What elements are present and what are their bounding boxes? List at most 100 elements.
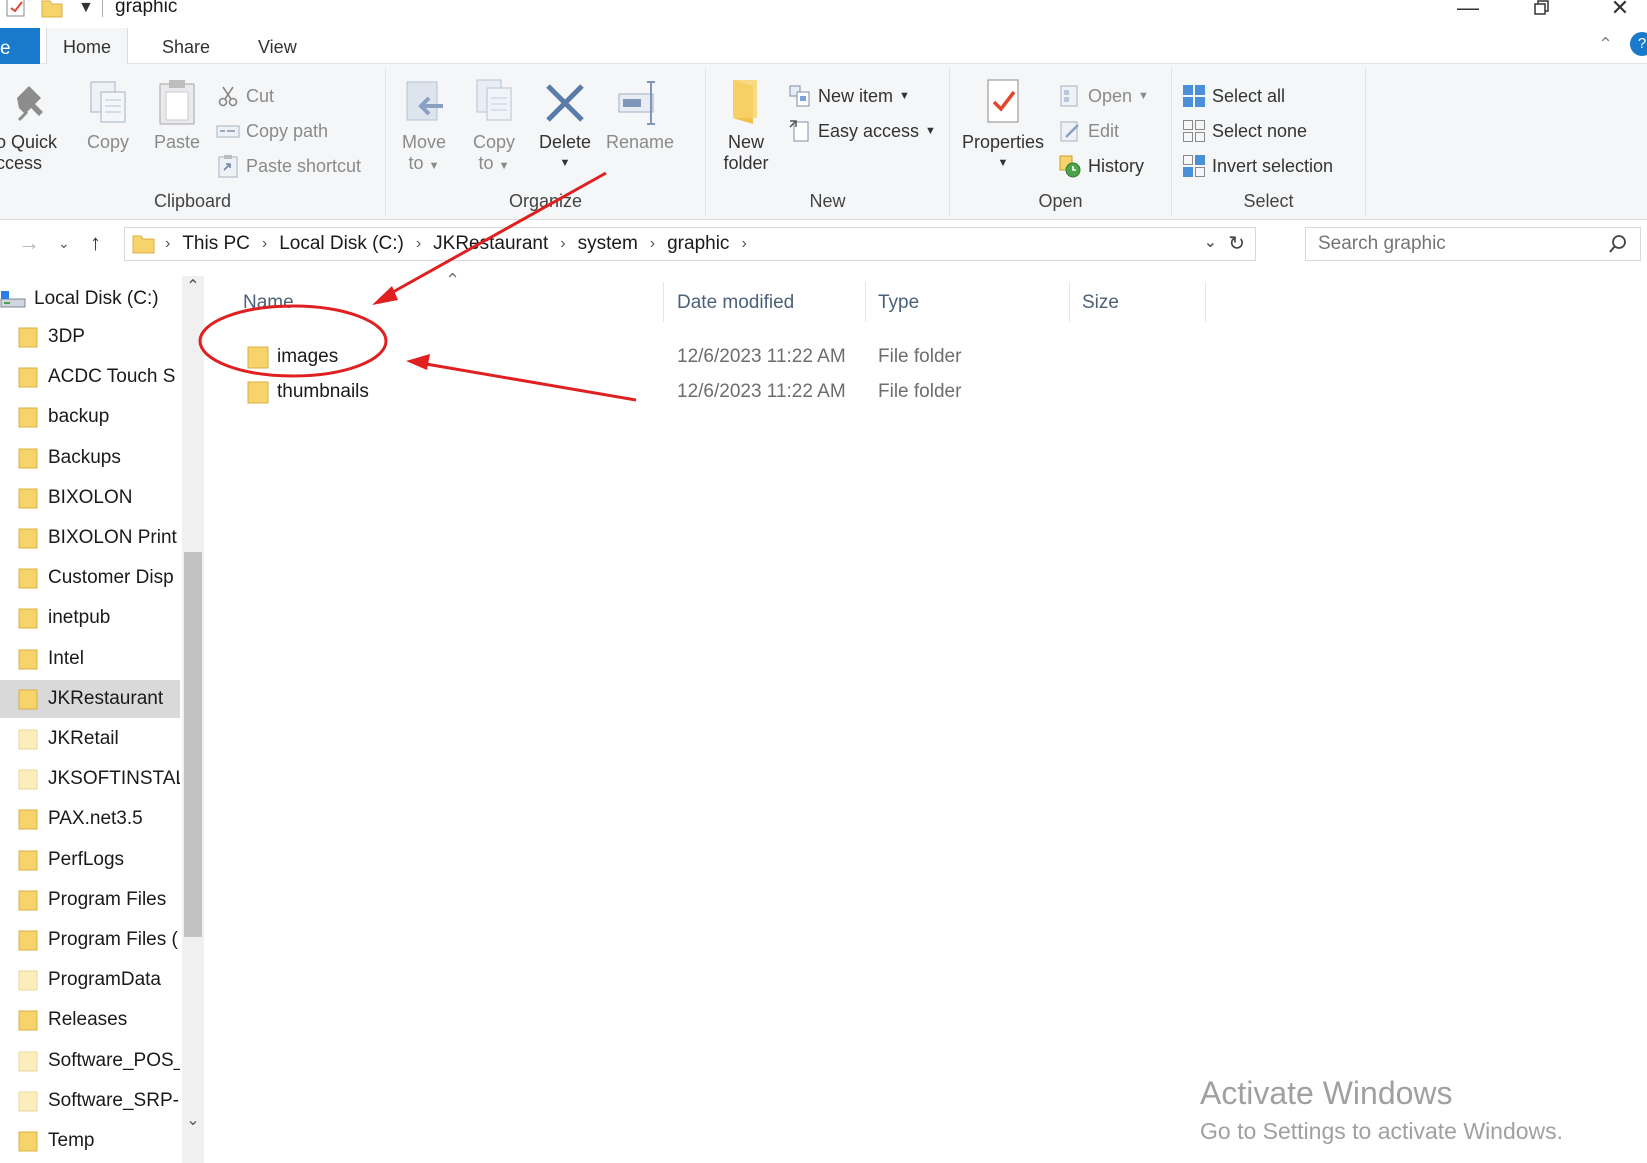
history-button[interactable]: History [1058, 152, 1144, 180]
minimize-button[interactable]: — [1448, 0, 1488, 22]
nav-folder-item[interactable]: Backups [0, 439, 180, 477]
column-divider[interactable] [663, 282, 664, 322]
breadcrumb-system[interactable]: system [574, 233, 642, 255]
open-button[interactable]: Open ▼ [1058, 82, 1149, 110]
properties-icon [987, 79, 1019, 123]
nav-folder-item[interactable]: Program Files ( [0, 921, 180, 959]
address-history-chevron-icon[interactable]: ⌄ [1204, 232, 1217, 252]
search-box[interactable] [1305, 227, 1641, 261]
pin-to-quick-access-button[interactable]: o Quick ccess [0, 74, 68, 174]
nav-folder-item[interactable]: BIXOLON Print [0, 519, 180, 557]
folder-icon [18, 930, 38, 951]
scroll-up-icon[interactable]: ⌃ [182, 276, 204, 300]
new-folder-quick-icon[interactable] [40, 0, 66, 20]
column-header-size[interactable]: Size [1082, 288, 1119, 324]
table-row[interactable]: thumbnails 12/6/2023 11:22 AM File folder [205, 375, 1205, 409]
column-divider[interactable] [1205, 282, 1206, 322]
nav-folder-item[interactable]: inetpub [0, 599, 180, 637]
search-input[interactable] [1318, 233, 1598, 255]
breadcrumb-chevron-icon[interactable]: › [254, 235, 275, 253]
nav-folder-item[interactable]: BIXOLON [0, 479, 180, 517]
copy-path-button[interactable]: Copy path [216, 117, 328, 145]
address-bar[interactable]: › This PC › Local Disk (C:) › JKRestaura… [124, 227, 1256, 261]
nav-folder-label: backup [48, 406, 110, 427]
paste-shortcut-button[interactable]: Paste shortcut [216, 152, 361, 180]
move-to-button[interactable]: Move to ▼ [394, 74, 454, 177]
scroll-thumb[interactable] [184, 552, 202, 937]
close-button[interactable]: ✕ [1600, 0, 1640, 22]
breadcrumb-chevron-icon[interactable]: › [552, 235, 573, 253]
open-label: Open [1088, 85, 1133, 106]
nav-folder-item[interactable]: JKRestaurant [0, 680, 180, 718]
nav-folder-item[interactable]: Intel [0, 640, 180, 678]
restore-button[interactable] [1522, 0, 1562, 22]
nav-folder-item[interactable]: backup [0, 398, 180, 436]
tab-home[interactable]: Home [46, 28, 129, 65]
nav-folder-item[interactable]: ProgramData [0, 961, 180, 999]
breadcrumb-local-disk[interactable]: Local Disk (C:) [275, 233, 408, 255]
help-icon[interactable]: ? [1630, 32, 1647, 56]
breadcrumb-jkrestaurant[interactable]: JKRestaurant [429, 233, 552, 255]
nav-scrollbar[interactable]: ⌃ ⌄ [182, 276, 204, 1163]
nav-folder-item[interactable]: Customer Disp [0, 559, 180, 597]
nav-folder-item[interactable]: 3DP [0, 318, 180, 356]
nav-root-local-disk[interactable]: Local Disk (C:) [0, 280, 180, 318]
properties-dropdown-icon: ▼ [997, 157, 1009, 169]
nav-folder-item[interactable]: Temp [0, 1122, 180, 1160]
table-row[interactable]: images 12/6/2023 11:22 AM File folder [205, 340, 1205, 374]
up-arrow-icon[interactable]: ↑ [90, 230, 101, 256]
nav-folder-item[interactable]: Program Files [0, 881, 180, 919]
scroll-down-icon[interactable]: ⌄ [182, 1110, 204, 1134]
nav-folder-item[interactable]: Releases [0, 1001, 180, 1039]
breadcrumb-chevron-icon[interactable]: › [408, 235, 429, 253]
nav-folder-item[interactable]: Software_POS_ [0, 1042, 180, 1080]
copy-button[interactable]: Copy [78, 74, 138, 153]
select-none-button[interactable]: Select none [1182, 117, 1307, 145]
tab-view[interactable]: View [242, 28, 313, 64]
folder-icon [18, 488, 38, 509]
file-name-cell[interactable]: thumbnails [277, 381, 369, 403]
tab-file[interactable]: e [0, 28, 40, 64]
move-to-label-line1: Move [401, 132, 446, 152]
cut-button[interactable]: Cut [216, 82, 274, 110]
column-header-date-modified[interactable]: Date modified [677, 288, 794, 324]
column-header-name[interactable]: Name [243, 288, 294, 324]
forward-arrow-icon[interactable]: → [18, 230, 40, 256]
file-name-cell[interactable]: images [277, 346, 338, 368]
collapse-ribbon-icon[interactable]: ⌃ [1598, 34, 1613, 55]
select-none-icon [1183, 120, 1205, 142]
nav-folder-item[interactable]: PerfLogs [0, 841, 180, 879]
checkbox-properties-icon[interactable] [4, 0, 28, 20]
select-all-button[interactable]: Select all [1182, 82, 1285, 110]
new-item-button[interactable]: New item ▼ [788, 82, 910, 110]
column-divider[interactable] [865, 282, 866, 322]
refresh-icon[interactable]: ↻ [1228, 231, 1245, 256]
paste-button[interactable]: Paste [146, 74, 208, 153]
easy-access-button[interactable]: Easy access ▼ [788, 117, 936, 145]
nav-folder-item[interactable]: JKRetail [0, 720, 180, 758]
nav-folder-item[interactable]: Software_SRP- [0, 1082, 180, 1120]
rename-button[interactable]: Rename [602, 74, 678, 153]
delete-button[interactable]: Delete ▼ [534, 74, 596, 174]
breadcrumb-chevron-icon[interactable]: › [733, 235, 754, 253]
edit-button[interactable]: Edit [1058, 117, 1119, 145]
breadcrumb-this-pc[interactable]: This PC [178, 233, 254, 255]
nav-folder-item[interactable]: PAX.net3.5 [0, 800, 180, 838]
customize-toolbar-dropdown-icon[interactable]: ▼ [78, 0, 94, 17]
nav-folder-label: Customer Disp [48, 567, 174, 588]
minimize-icon: — [1457, 0, 1479, 20]
breadcrumb-chevron-icon[interactable]: › [157, 235, 178, 253]
breadcrumb-graphic[interactable]: graphic [663, 233, 733, 255]
column-divider[interactable] [1069, 282, 1070, 322]
copy-to-button[interactable]: Copy to ▼ [464, 74, 524, 177]
invert-selection-button[interactable]: Invert selection [1182, 152, 1333, 180]
nav-folder-item[interactable]: JKSOFTINSTAL [0, 760, 180, 798]
breadcrumb-chevron-icon[interactable]: › [642, 235, 663, 253]
tab-share[interactable]: Share [146, 28, 226, 64]
recent-locations-chevron-icon[interactable]: ⌄ [58, 235, 70, 252]
properties-button[interactable]: Properties ▼ [958, 74, 1048, 174]
column-header-type[interactable]: Type [878, 288, 919, 324]
nav-folder-label: inetpub [48, 607, 111, 628]
nav-folder-item[interactable]: ACDC Touch S [0, 358, 180, 396]
new-folder-button[interactable]: New folder [714, 74, 778, 174]
